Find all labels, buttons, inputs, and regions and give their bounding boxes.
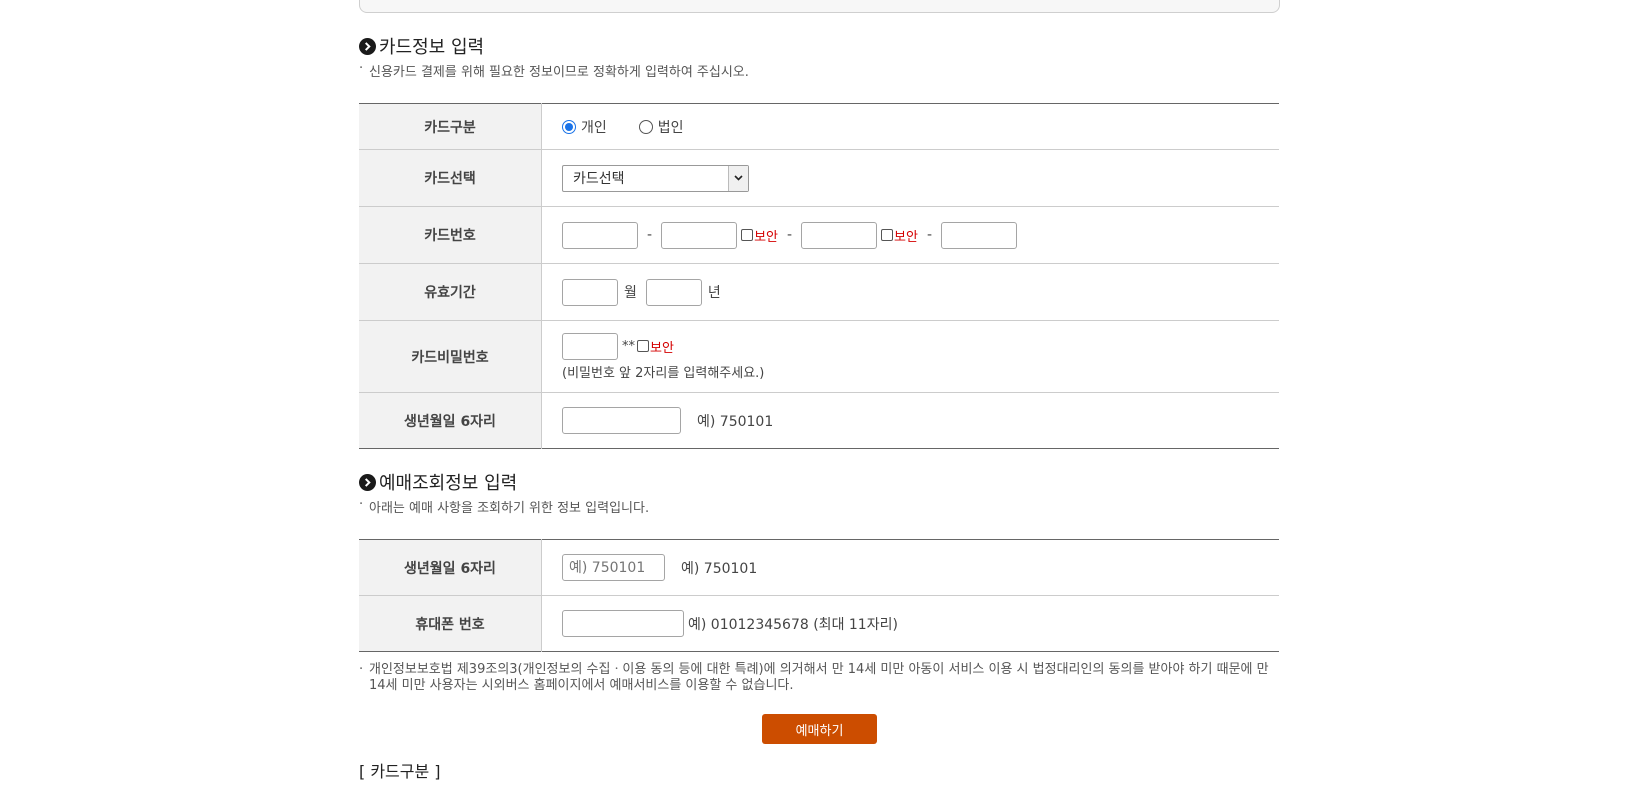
secure-checkbox-3[interactable] bbox=[637, 340, 649, 352]
password-mask: ** bbox=[622, 338, 635, 354]
lookup-section-title: 예매조회정보 입력 bbox=[359, 469, 517, 495]
card-section-title: 카드정보 입력 bbox=[359, 33, 484, 59]
card-section-title-text: 카드정보 입력 bbox=[379, 37, 485, 58]
expiry-label: 유효기간 bbox=[359, 263, 542, 321]
secure-checkbox-1[interactable] bbox=[741, 229, 754, 241]
password-hint: (비밀번호 앞 2자리를 입력해주세요.) bbox=[562, 365, 765, 381]
chevron-right-circle-icon bbox=[359, 473, 376, 491]
previous-panel-box bbox=[359, 0, 1280, 13]
phone-row: 휴대폰 번호 예) 01012345678 (최대 11자리) bbox=[359, 595, 1279, 652]
birth-date-input[interactable] bbox=[562, 407, 681, 434]
card-number-input-2[interactable] bbox=[661, 221, 738, 249]
card-type-personal-label: 개인 bbox=[581, 119, 607, 136]
lookup-birth-input[interactable] bbox=[562, 554, 665, 581]
chevron-right-circle-icon bbox=[359, 37, 376, 55]
expiry-row: 유효기간 월 년 bbox=[359, 263, 1279, 321]
bullet: · bbox=[359, 61, 364, 76]
birth-row: 생년월일 6자리 예) 750101 bbox=[359, 392, 1279, 449]
bullet: · bbox=[359, 662, 364, 677]
card-section-note-text: 신용카드 결제를 위해 필요한 정보이므로 정확하게 입력하여 주십시오. bbox=[369, 65, 749, 80]
expiry-year-input[interactable] bbox=[645, 278, 702, 306]
legal-notice: · 개인정보보호법 제39조의3(개인정보의 수집ㆍ이용 동의 등에 대한 특례… bbox=[359, 662, 1279, 694]
chevron-down-icon bbox=[728, 165, 748, 191]
expiry-month-unit: 월 bbox=[624, 285, 637, 301]
lookup-section-title-text: 예매조회정보 입력 bbox=[379, 473, 518, 494]
lookup-birth-row: 생년월일 6자리 예) 750101 bbox=[359, 539, 1279, 596]
reserve-button[interactable]: 예매하기 bbox=[762, 714, 877, 744]
lookup-birth-example: 예) 750101 bbox=[681, 560, 758, 577]
birth-example: 예) 750101 bbox=[697, 413, 774, 430]
card-info-table: 카드구분 개인 법인 카드선택 카드선택 카드번호 - 보안 - 보안 - 유효… bbox=[359, 103, 1279, 449]
password-label: 카드비밀번호 bbox=[359, 320, 542, 393]
card-type-heading: [ 카드구분 ] bbox=[359, 762, 441, 781]
card-number-row: 카드번호 - 보안 - 보안 - bbox=[359, 206, 1279, 264]
card-type-corporate-radio[interactable] bbox=[638, 119, 653, 134]
card-type-personal-radio[interactable] bbox=[562, 119, 576, 134]
card-number-dash: - bbox=[647, 227, 653, 243]
lookup-section-note: · 아래는 예매 사항을 조회하기 위한 정보 입력입니다. bbox=[359, 497, 649, 516]
card-number-dash: - bbox=[786, 227, 793, 243]
card-password-input[interactable] bbox=[562, 332, 618, 360]
secure-checkbox-2[interactable] bbox=[881, 229, 894, 241]
card-number-input-3[interactable] bbox=[801, 221, 878, 249]
card-number-input-1[interactable] bbox=[562, 221, 638, 249]
card-select-label: 카드선택 bbox=[359, 149, 542, 207]
card-type-corporate-label: 법인 bbox=[657, 119, 684, 136]
birth-label: 생년월일 6자리 bbox=[359, 392, 542, 449]
expiry-year-unit: 년 bbox=[707, 285, 721, 301]
secure-label-3: 보안 bbox=[650, 340, 674, 356]
secure-label-1: 보안 bbox=[754, 229, 778, 245]
card-number-dash: - bbox=[926, 227, 933, 243]
card-type-label: 카드구분 bbox=[359, 103, 542, 150]
card-select-dropdown[interactable]: 카드선택 bbox=[562, 164, 749, 192]
expiry-month-input[interactable] bbox=[562, 278, 618, 306]
lookup-info-table: 생년월일 6자리 예) 750101 휴대폰 번호 예) 01012345678… bbox=[359, 539, 1279, 652]
card-select-row: 카드선택 카드선택 bbox=[359, 149, 1279, 207]
card-number-label: 카드번호 bbox=[359, 206, 542, 264]
lookup-section-note-text: 아래는 예매 사항을 조회하기 위한 정보 입력입니다. bbox=[369, 501, 650, 516]
card-section-note: · 신용카드 결제를 위해 필요한 정보이므로 정확하게 입력하여 주십시오. bbox=[359, 61, 749, 80]
phone-input[interactable] bbox=[562, 610, 684, 637]
bullet: · bbox=[359, 497, 364, 512]
card-type-row: 카드구분 개인 법인 bbox=[359, 103, 1279, 150]
lookup-birth-label: 생년월일 6자리 bbox=[359, 539, 542, 596]
card-number-input-4[interactable] bbox=[941, 221, 1018, 249]
card-select-value: 카드선택 bbox=[573, 171, 625, 187]
phone-example: 예) 01012345678 (최대 11자리) bbox=[688, 616, 898, 633]
password-row: 카드비밀번호 ** 보안 (비밀번호 앞 2자리를 입력해주세요.) bbox=[359, 320, 1279, 393]
phone-label: 휴대폰 번호 bbox=[359, 595, 542, 652]
legal-notice-text: 개인정보보호법 제39조의3(개인정보의 수집ㆍ이용 동의 등에 대한 특례)에… bbox=[369, 662, 1269, 693]
secure-label-2: 보안 bbox=[894, 229, 918, 245]
